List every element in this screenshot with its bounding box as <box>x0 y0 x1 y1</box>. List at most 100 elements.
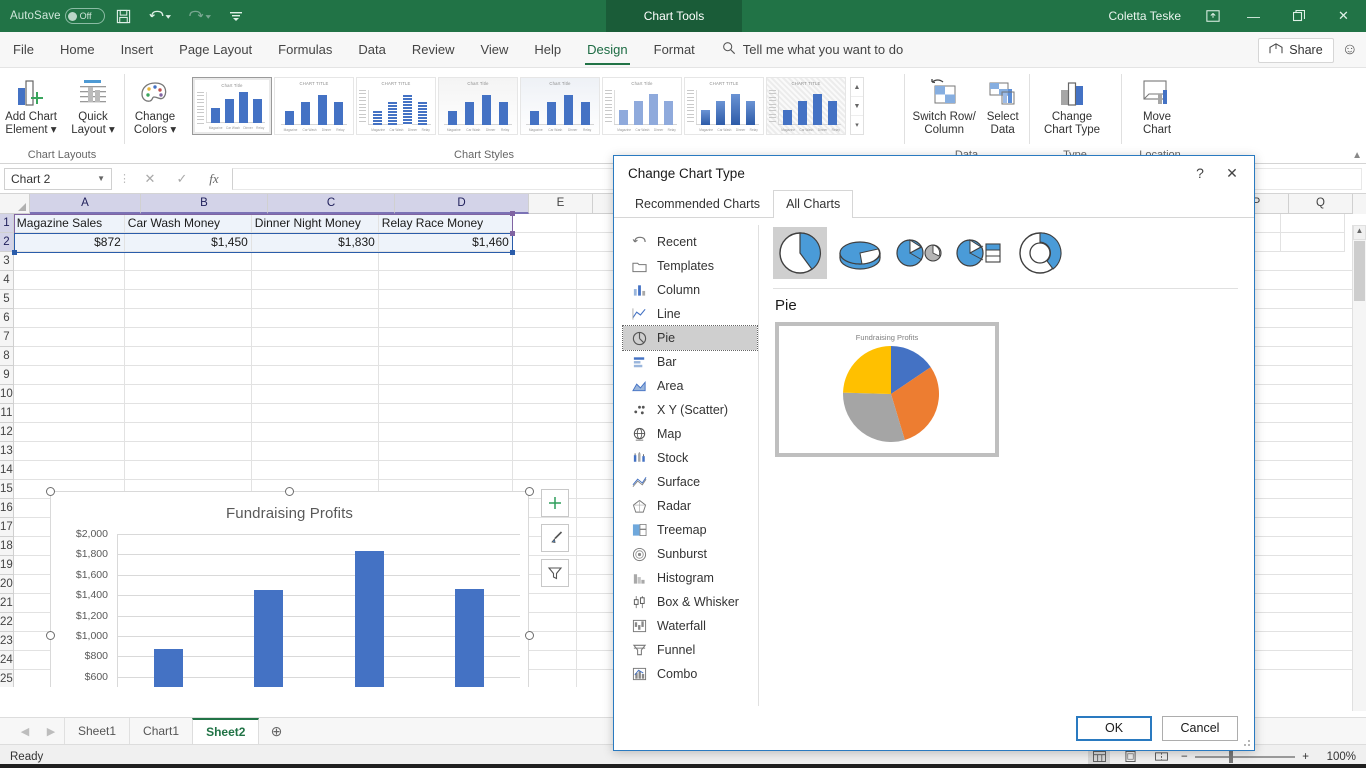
bar-dinner-night-money[interactable] <box>354 551 384 687</box>
cell-a6[interactable] <box>13 309 125 328</box>
cancel-icon[interactable]: ✕ <box>136 171 164 187</box>
cell-e7[interactable] <box>512 328 577 347</box>
cell-c14[interactable] <box>251 461 379 480</box>
cell-b4[interactable] <box>124 271 252 290</box>
chart-style-5[interactable]: Chart Title Magazine Car Wash Dinner Relay <box>520 77 600 135</box>
dialog-resize-grip[interactable] <box>1241 737 1251 747</box>
cell-b9[interactable] <box>124 366 252 385</box>
category-line[interactable]: Line <box>623 302 757 326</box>
category-combo[interactable]: Combo <box>623 662 757 686</box>
category-funnel[interactable]: Funnel <box>623 638 757 662</box>
ok-button[interactable]: OK <box>1076 715 1152 741</box>
category-histogram[interactable]: Histogram <box>623 566 757 590</box>
tab-review[interactable]: Review <box>399 32 468 68</box>
enter-icon[interactable]: ✓ <box>168 171 196 187</box>
doughnut-subtype[interactable] <box>1013 227 1067 279</box>
cell-b10[interactable] <box>124 385 252 404</box>
tab-file[interactable]: File <box>0 32 47 68</box>
share-button[interactable]: Share <box>1258 37 1334 63</box>
cell-d11[interactable] <box>378 404 513 423</box>
chart-object[interactable]: Fundraising Profits $2,000 $1,800 $1,600… <box>50 491 529 687</box>
cell-d1[interactable]: Relay Race Money <box>378 214 513 233</box>
change-chart-type-button[interactable]: Change Chart Type <box>1029 73 1115 137</box>
row-header-11[interactable]: 11 <box>0 404 14 423</box>
cell-c13[interactable] <box>251 442 379 461</box>
chart-handle-tc[interactable] <box>285 487 294 496</box>
smiley-feedback-icon[interactable]: ☺ <box>1342 41 1358 59</box>
column-header-e[interactable]: E <box>529 194 593 214</box>
zoom-knob[interactable] <box>1228 749 1233 763</box>
cell-a8[interactable] <box>13 347 125 366</box>
row-header-15[interactable]: 15 <box>0 480 14 499</box>
nav-next-icon[interactable]: ▶ <box>38 725 64 738</box>
cell-c9[interactable] <box>251 366 379 385</box>
tab-help[interactable]: Help <box>521 32 574 68</box>
cell-c2[interactable]: $1,830 <box>251 233 379 252</box>
cell-b11[interactable] <box>124 404 252 423</box>
zoom-in-icon[interactable]: + <box>1302 751 1309 763</box>
select-data-button[interactable]: Select Data <box>976 73 1029 137</box>
cell-c10[interactable] <box>251 385 379 404</box>
tab-home[interactable]: Home <box>47 32 108 68</box>
range-handle-bl[interactable] <box>11 250 17 255</box>
cell-c1[interactable]: Dinner Night Money <box>251 214 379 233</box>
cell-e14[interactable] <box>512 461 577 480</box>
customize-quick-access-icon[interactable] <box>223 4 249 28</box>
cell-a11[interactable] <box>13 404 125 423</box>
tab-design[interactable]: Design <box>574 32 640 68</box>
row-header-16[interactable]: 16 <box>0 499 14 518</box>
column-header-c[interactable]: C <box>268 194 395 214</box>
cell-e8[interactable] <box>512 347 577 366</box>
cell-a9[interactable] <box>13 366 125 385</box>
chart-handle-tl[interactable] <box>46 487 55 496</box>
row-header-14[interactable]: 14 <box>0 461 14 480</box>
pie-of-pie-subtype[interactable] <box>893 227 947 279</box>
range-handle-tr[interactable] <box>509 211 515 216</box>
row-header-25[interactable]: 25 <box>0 670 14 687</box>
chart-filters-button[interactable] <box>541 559 569 587</box>
cell-a2[interactable]: $872 <box>13 233 125 252</box>
category-box-whisker[interactable]: Box & Whisker <box>623 590 757 614</box>
tab-recommended-charts[interactable]: Recommended Charts <box>622 190 773 218</box>
undo-icon[interactable] <box>143 4 177 28</box>
chart-style-4[interactable]: Chart Title Magazine Car Wash Dinner Relay <box>438 77 518 135</box>
row-header-8[interactable]: 8 <box>0 347 14 366</box>
gallery-more-icon[interactable]: ▾ <box>851 116 863 134</box>
category-recent[interactable]: Recent <box>623 230 757 254</box>
category-column[interactable]: Column <box>623 278 757 302</box>
gallery-scroll-down-icon[interactable]: ▼ <box>851 97 863 116</box>
cell-d8[interactable] <box>378 347 513 366</box>
tab-formulas[interactable]: Formulas <box>265 32 345 68</box>
chart-handle-ml[interactable] <box>46 631 55 640</box>
tab-view[interactable]: View <box>467 32 521 68</box>
cell-d9[interactable] <box>378 366 513 385</box>
chart-styles-button[interactable] <box>541 524 569 552</box>
cell-c7[interactable] <box>251 328 379 347</box>
category-surface[interactable]: Surface <box>623 470 757 494</box>
cancel-button[interactable]: Cancel <box>1162 715 1238 741</box>
category-map[interactable]: Map <box>623 422 757 446</box>
category-xy-scatter[interactable]: X Y (Scatter) <box>623 398 757 422</box>
help-question-icon[interactable]: ? <box>1184 158 1216 188</box>
cell-b1[interactable]: Car Wash Money <box>124 214 252 233</box>
cell-e9[interactable] <box>512 366 577 385</box>
row-header-1[interactable]: 1 <box>0 214 14 233</box>
add-sheet-icon[interactable]: ⊕ <box>259 723 293 740</box>
tab-format[interactable]: Format <box>641 32 708 68</box>
cell-a7[interactable] <box>13 328 125 347</box>
cell-a12[interactable] <box>13 423 125 442</box>
restore-icon[interactable] <box>1276 0 1321 32</box>
row-header-20[interactable]: 20 <box>0 575 14 594</box>
column-header-a[interactable]: A <box>30 194 141 214</box>
gallery-scroll-up-icon[interactable]: ▲ <box>851 78 863 97</box>
cell-b6[interactable] <box>124 309 252 328</box>
row-header-9[interactable]: 9 <box>0 366 14 385</box>
redo-icon[interactable] <box>183 4 217 28</box>
row-header-19[interactable]: 19 <box>0 556 14 575</box>
tab-page-layout[interactable]: Page Layout <box>166 32 265 68</box>
zoom-out-icon[interactable]: − <box>1181 751 1188 763</box>
zoom-slider[interactable]: − + <box>1181 749 1309 763</box>
tab-insert[interactable]: Insert <box>108 32 167 68</box>
name-box[interactable]: Chart 2 ▼ <box>4 167 112 190</box>
user-account-name[interactable]: Coletta Teske <box>1109 9 1182 23</box>
